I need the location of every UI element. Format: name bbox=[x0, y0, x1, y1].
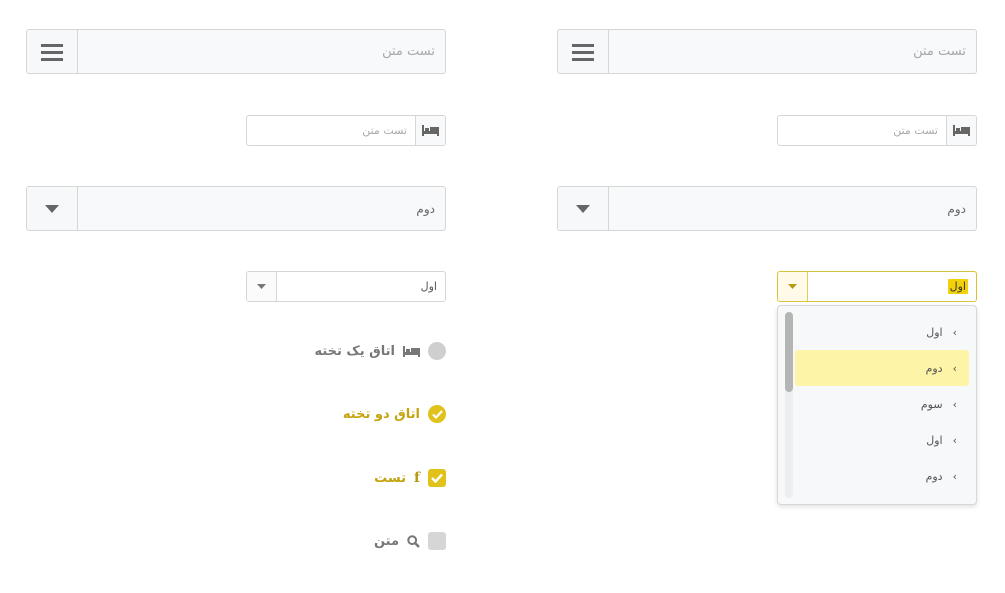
option-label: اتاق دو تخته bbox=[342, 406, 420, 422]
radio-checked[interactable] bbox=[428, 405, 446, 423]
dropdown-item[interactable]: › اول bbox=[795, 314, 969, 350]
right-menu-field-placeholder: تست متن bbox=[913, 44, 966, 59]
left-small-select-toggle[interactable] bbox=[247, 272, 277, 301]
dropdown-item-label: اول bbox=[926, 325, 943, 339]
dropdown-item[interactable]: › سوم bbox=[795, 386, 969, 422]
radio-unchecked[interactable] bbox=[428, 342, 446, 360]
checkbox-checked[interactable] bbox=[428, 469, 446, 487]
left-icon-field-placeholder: تست متن bbox=[362, 124, 407, 137]
right-icon-field-placeholder: تست متن bbox=[893, 124, 938, 137]
chevron-right-icon: › bbox=[952, 433, 957, 447]
caret-down-icon bbox=[788, 284, 797, 289]
chevron-right-icon: › bbox=[952, 361, 957, 375]
search-icon bbox=[407, 534, 420, 548]
option-single-room[interactable]: اتاق یک تخته bbox=[314, 342, 446, 360]
dropdown-scrollbar-thumb[interactable] bbox=[785, 312, 793, 392]
bed-icon bbox=[422, 125, 439, 136]
left-menu-button[interactable] bbox=[27, 30, 78, 73]
bed-icon bbox=[953, 125, 970, 136]
dropdown-item[interactable]: › دوم bbox=[795, 458, 969, 494]
option-text-checkbox[interactable]: متن bbox=[374, 532, 446, 550]
caret-down-icon bbox=[257, 284, 266, 289]
option-label: اتاق یک تخته bbox=[314, 343, 395, 359]
hamburger-icon bbox=[572, 43, 594, 61]
dropdown-menu: › اول › دوم › سوم › اول › دوم bbox=[777, 305, 977, 505]
chevron-right-icon: › bbox=[952, 325, 957, 339]
bed-icon bbox=[403, 345, 420, 357]
dropdown-scrollbar[interactable] bbox=[785, 312, 793, 498]
check-icon bbox=[431, 473, 443, 483]
chevron-right-icon: › bbox=[952, 397, 957, 411]
right-large-select-value: دوم bbox=[947, 201, 966, 216]
right-open-select-value: اول bbox=[808, 272, 976, 301]
left-large-select-value: دوم bbox=[416, 201, 435, 216]
left-menu-text-field[interactable]: تست متن bbox=[26, 29, 446, 74]
left-small-select-value: اول bbox=[420, 280, 437, 293]
right-open-select-toggle[interactable] bbox=[778, 272, 808, 301]
left-menu-field-placeholder: تست متن bbox=[382, 44, 435, 59]
left-bed-addon bbox=[415, 116, 445, 145]
option-double-room[interactable]: اتاق دو تخته bbox=[343, 405, 446, 423]
checkbox-unchecked[interactable] bbox=[428, 532, 446, 550]
facebook-icon: f bbox=[413, 470, 420, 486]
left-large-select[interactable]: دوم bbox=[26, 186, 446, 231]
right-icon-text-field[interactable]: تست متن bbox=[777, 115, 977, 146]
caret-down-icon bbox=[45, 204, 59, 213]
right-large-select-toggle[interactable] bbox=[558, 187, 609, 230]
right-bed-addon bbox=[946, 116, 976, 145]
dropdown-item-label: دوم bbox=[925, 469, 943, 483]
dropdown-item-label: سوم bbox=[920, 397, 943, 411]
check-icon bbox=[431, 409, 443, 419]
option-label: تست bbox=[374, 470, 406, 486]
hamburger-icon bbox=[41, 43, 63, 61]
left-small-select[interactable]: اول bbox=[246, 271, 446, 302]
option-label: متن bbox=[373, 533, 399, 549]
chevron-right-icon: › bbox=[952, 469, 957, 483]
right-menu-text-field[interactable]: تست متن bbox=[557, 29, 977, 74]
right-menu-button[interactable] bbox=[558, 30, 609, 73]
left-icon-text-field[interactable]: تست متن bbox=[246, 115, 446, 146]
dropdown-item[interactable]: › اول bbox=[795, 422, 969, 458]
caret-down-icon bbox=[576, 204, 590, 213]
right-open-select[interactable]: اول bbox=[777, 271, 977, 302]
highlighted-value: اول bbox=[947, 279, 968, 294]
dropdown-item-label: اول bbox=[926, 433, 943, 447]
option-test-checkbox[interactable]: f تست bbox=[374, 469, 446, 487]
right-large-select[interactable]: دوم bbox=[557, 186, 977, 231]
left-large-select-toggle[interactable] bbox=[27, 187, 78, 230]
dropdown-item-label: دوم bbox=[925, 361, 943, 375]
dropdown-item-selected[interactable]: › دوم bbox=[795, 350, 969, 386]
